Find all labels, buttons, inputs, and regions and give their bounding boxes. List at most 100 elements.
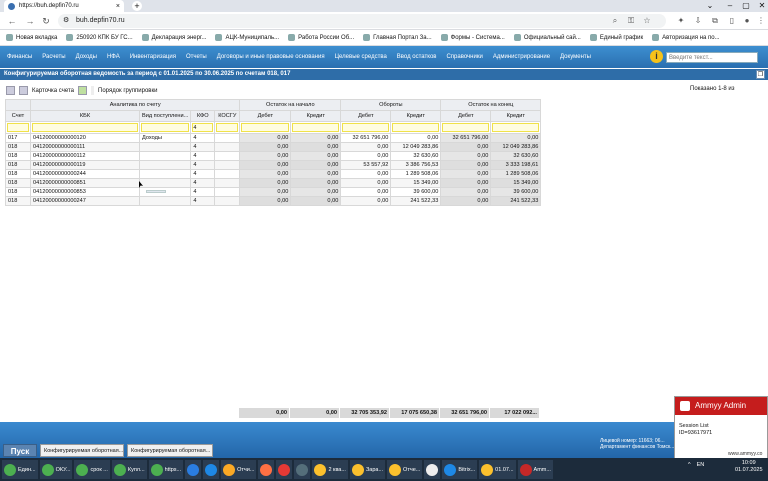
taskbar-app[interactable] — [424, 460, 441, 479]
taskbar-clock[interactable]: 10:09 01.07.2025 — [735, 460, 763, 474]
bookmark-item[interactable]: Декларация энерг... — [141, 34, 206, 41]
close-tab-icon[interactable]: × — [116, 3, 120, 10]
download-icon[interactable]: ⇩ — [693, 16, 703, 26]
filter-input[interactable] — [216, 123, 239, 132]
menu-item[interactable]: Отчеты — [186, 54, 207, 60]
menu-item[interactable]: Документы — [560, 54, 591, 60]
reload-icon[interactable]: ↻ — [40, 15, 52, 27]
forward-icon[interactable]: → — [24, 15, 36, 27]
taskbar-app[interactable]: Отчи... — [221, 460, 257, 479]
taskbar-app[interactable] — [276, 460, 293, 479]
taskbar-app[interactable]: Отче... — [387, 460, 423, 479]
column-header[interactable]: Дебет — [340, 110, 392, 122]
bookmark-item[interactable]: Единый график — [589, 34, 643, 41]
bookmark-item[interactable]: Официальный сай... — [513, 34, 581, 41]
taskbar-app[interactable]: Amm... — [517, 460, 553, 479]
table-row[interactable]: 018 04120000000000112 4 0,00 0,00 0,00 32 630,… — [5, 151, 542, 161]
table-row[interactable]: 018 04120000000000119 4 0,00 0,00 53 557,92 3 … — [5, 160, 542, 170]
column-header[interactable]: Кредит — [290, 110, 342, 122]
table-row[interactable]: 018 04120000000000853 4 0,00 0,00 0,00 39 600,… — [5, 187, 542, 197]
taskbar-app[interactable]: Зара... — [349, 460, 386, 479]
filter-input[interactable] — [292, 123, 340, 132]
export-icon[interactable] — [19, 86, 28, 95]
filter-input[interactable] — [342, 123, 390, 132]
site-info-icon[interactable]: ⚙ — [63, 14, 69, 28]
bookmark-item[interactable]: Работа России Об... — [288, 34, 354, 41]
menu-icon[interactable]: ⋮ — [756, 16, 766, 26]
filter-input[interactable] — [241, 123, 290, 132]
key-icon[interactable]: ⚿ — [626, 16, 636, 26]
refresh-icon[interactable] — [78, 86, 88, 95]
column-header[interactable]: Дебет — [239, 110, 292, 122]
tab-search-icon[interactable]: ⌄ — [700, 0, 720, 12]
table-row[interactable]: 018 04120000000000851 4 0,00 0,00 0,00 15 349,… — [5, 178, 542, 188]
filter-input[interactable] — [32, 123, 138, 132]
bookmark-star-icon[interactable]: ☆ — [642, 16, 652, 26]
table-row[interactable]: 018 04120000000000244 4 0,00 0,00 0,00 1 289 5… — [5, 169, 542, 179]
tray-arrow-icon[interactable]: ^ — [688, 462, 691, 468]
filter-input[interactable] — [392, 123, 440, 132]
column-header[interactable]: КОСГУ — [214, 110, 241, 122]
menu-item[interactable]: Договоры и иные правовые основания — [217, 54, 325, 60]
profile-icon[interactable]: ● — [742, 16, 752, 26]
taskbar-app[interactable] — [258, 460, 275, 479]
menu-item[interactable]: Финансы — [7, 54, 32, 60]
taskbar-app[interactable]: 01.07... — [479, 460, 516, 479]
zoom-icon[interactable]: ⌕ — [610, 16, 620, 26]
filter-input[interactable] — [7, 123, 29, 132]
taskbar-app[interactable] — [203, 460, 220, 479]
bookmark-item[interactable]: 250920 КПК БУ ГС... — [66, 34, 133, 41]
column-header[interactable]: Кредит — [390, 110, 442, 122]
taskbar-app[interactable]: ОКУ... — [39, 460, 73, 479]
start-button[interactable]: Пуск — [3, 444, 37, 457]
new-tab-button[interactable]: + — [132, 1, 142, 11]
taskbar-app[interactable]: Купл... — [111, 460, 147, 479]
menu-item[interactable]: Целевые средства — [335, 54, 387, 60]
ammyy-link[interactable]: www.ammyy.co — [728, 451, 762, 457]
bookmark-item[interactable]: Авторизация на по... — [652, 34, 720, 41]
column-header[interactable]: Дебет — [440, 110, 492, 122]
column-header[interactable]: КФО — [190, 110, 216, 122]
grouping-order-button[interactable]: Порядок группировки — [98, 88, 157, 94]
global-search-input[interactable]: Введите текст... — [666, 52, 758, 63]
browser-tab[interactable]: https://buh.depfin70.ru × — [4, 0, 124, 12]
app-window-tab-2[interactable]: Конфигурируемая оборотная... — [127, 444, 213, 457]
extensions-icon[interactable]: ✦ — [676, 16, 686, 26]
window-restore-icon[interactable]: ❐ — [756, 70, 765, 79]
drag-handle[interactable] — [146, 190, 166, 193]
column-header[interactable]: Кредит — [490, 110, 542, 122]
column-header[interactable]: Счет — [5, 110, 31, 122]
close-window-button[interactable]: ✕ — [752, 0, 768, 12]
url-input[interactable]: ⚙ buh.depfin70.ru — [58, 14, 666, 28]
table-row[interactable]: 017 04120000000000120 Доходы 4 0,00 0,00 32 65… — [5, 133, 542, 143]
card-button[interactable]: Карточка счета — [32, 88, 74, 94]
taskbar-app[interactable]: срок ... — [74, 460, 110, 479]
bookmark-item[interactable]: АЦК-Муниципаль... — [215, 34, 279, 41]
taskbar-app[interactable]: https... — [148, 460, 184, 479]
filter-input[interactable] — [442, 123, 490, 132]
bookmark-item[interactable]: Главная Портал За... — [363, 34, 432, 41]
bookmark-item[interactable]: Формы - Система... — [440, 34, 505, 41]
sidebar-icon[interactable]: ▯ — [727, 16, 737, 26]
help-icon[interactable]: i — [650, 50, 663, 63]
table-row[interactable]: 018 04120000000000247 4 0,00 0,00 0,00 241 522… — [5, 196, 542, 206]
taskbar-app[interactable] — [294, 460, 311, 479]
filter-input[interactable]: 4 — [192, 123, 214, 132]
table-row[interactable]: 018 04120000000000111 4 0,00 0,00 0,00 12 049 … — [5, 142, 542, 152]
taskbar-app[interactable] — [185, 460, 202, 479]
extension-puzzle-icon[interactable]: ⧉ — [710, 16, 720, 26]
menu-item[interactable]: Расчеты — [42, 54, 65, 60]
language-indicator[interactable]: EN — [697, 462, 705, 468]
filter-input[interactable] — [492, 123, 540, 132]
menu-item[interactable]: Инвентаризация — [130, 54, 176, 60]
menu-item[interactable]: Доходы — [76, 54, 97, 60]
menu-item[interactable]: Ввод остатков — [397, 54, 437, 60]
menu-item[interactable]: НФА — [107, 54, 120, 60]
taskbar-app[interactable]: Bitrix... — [442, 460, 478, 479]
column-header[interactable]: КБК — [30, 110, 140, 122]
menu-item[interactable]: Администрирование — [493, 54, 550, 60]
filter-input[interactable] — [141, 123, 190, 132]
taskbar-app[interactable]: 2 ква... — [312, 460, 348, 479]
app-window-tab-1[interactable]: Конфигурируемая оборотная... — [40, 444, 124, 457]
print-icon[interactable] — [6, 86, 15, 95]
